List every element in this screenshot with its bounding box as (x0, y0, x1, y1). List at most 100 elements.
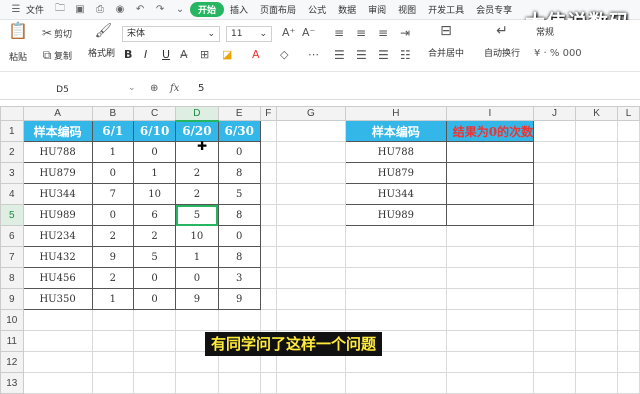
selected-cell-d5[interactable]: 5 (175, 204, 219, 226)
copy-button[interactable]: ⧉ 复制 (40, 48, 72, 62)
cell[interactable] (445, 309, 535, 331)
cell[interactable] (345, 246, 447, 268)
cell[interactable] (574, 204, 619, 226)
tab-formulas[interactable]: 公式 (302, 0, 332, 20)
cell[interactable] (275, 267, 347, 289)
col-header-g[interactable]: G (275, 106, 347, 121)
cell[interactable] (617, 330, 640, 352)
more-icon[interactable]: ⋯ (308, 48, 319, 61)
row-header[interactable]: 8 (0, 267, 24, 289)
cell[interactable] (275, 183, 347, 205)
dropdown-icon[interactable]: ⌄ (173, 3, 187, 17)
zoom-icon[interactable]: ⊕ (150, 83, 158, 94)
cell[interactable] (91, 372, 134, 394)
currency-icon[interactable]: ¥ · % 000 (534, 48, 582, 59)
cell[interactable]: HU989 (22, 204, 93, 226)
header-sample-code[interactable]: 样本编码 (22, 120, 93, 142)
cell[interactable]: 8 (217, 204, 261, 226)
header-date[interactable]: 6/30 (217, 120, 261, 142)
col-header-k[interactable]: K (574, 106, 619, 121)
cell[interactable] (217, 309, 261, 331)
row-header[interactable]: 6 (0, 225, 24, 247)
cell[interactable]: 3 (217, 267, 261, 289)
font-color-icon[interactable]: A (252, 48, 260, 61)
cell[interactable] (574, 372, 619, 394)
cell[interactable] (574, 246, 619, 268)
italic-button[interactable]: I (144, 48, 147, 61)
cell[interactable] (445, 141, 535, 163)
cell[interactable] (574, 225, 619, 247)
row-header[interactable]: 5 (0, 204, 24, 226)
col-header-d[interactable]: D (175, 106, 219, 122)
fx-icon[interactable]: fx (170, 83, 179, 94)
menu-hamburger[interactable]: ☰ 文件 (0, 0, 50, 20)
cell[interactable]: 8 (217, 162, 261, 184)
cell[interactable] (445, 288, 535, 310)
font-grow-icon[interactable]: A⁺ (282, 26, 295, 39)
cell[interactable]: 0 (217, 141, 261, 163)
cell[interactable]: 2 (132, 225, 177, 247)
cell[interactable] (617, 309, 640, 331)
cell[interactable] (533, 309, 576, 331)
cell[interactable] (132, 309, 177, 331)
menu-file[interactable]: 文件 (26, 3, 44, 16)
cell[interactable] (617, 204, 640, 226)
cell[interactable]: 1 (132, 162, 177, 184)
cell[interactable] (259, 162, 277, 184)
col-header-j[interactable]: J (533, 106, 576, 121)
cell[interactable] (533, 141, 576, 163)
cell[interactable] (445, 372, 535, 394)
underline-button[interactable]: U (162, 48, 170, 61)
align-top-icon[interactable]: ≡ (334, 26, 344, 40)
print-icon[interactable]: ⎙ (93, 3, 107, 17)
cell[interactable]: 9 (91, 246, 134, 268)
cell[interactable] (533, 225, 576, 247)
tab-view[interactable]: 视图 (392, 0, 422, 20)
cell[interactable]: 10 (132, 183, 177, 205)
cell[interactable]: 0 (217, 225, 261, 247)
font-size-select[interactable]: 11 ⌄ (226, 26, 272, 42)
cell[interactable] (259, 267, 277, 289)
cell[interactable] (132, 330, 177, 352)
cell[interactable] (175, 372, 219, 394)
cell[interactable] (259, 246, 277, 268)
number-format-select[interactable]: 常规 (532, 26, 592, 42)
cell[interactable] (445, 246, 535, 268)
row-header[interactable]: 4 (0, 183, 24, 205)
row-header[interactable]: 12 (0, 351, 24, 373)
cell[interactable] (259, 204, 277, 226)
cell[interactable] (22, 309, 93, 331)
cell[interactable]: HU234 (22, 225, 93, 247)
cell[interactable] (259, 288, 277, 310)
distribute-icon[interactable]: ☷ (400, 48, 411, 62)
cell[interactable] (217, 372, 261, 394)
font-shrink-icon[interactable]: A⁻ (302, 26, 315, 39)
wrap-text-button[interactable]: ↵ 自动换行 (484, 24, 520, 59)
cell[interactable]: 6 (132, 204, 177, 226)
cell[interactable]: 9 (175, 288, 219, 310)
cell[interactable]: HU879 (22, 162, 93, 184)
cell[interactable] (275, 309, 347, 331)
cell[interactable] (259, 183, 277, 205)
cell[interactable] (574, 330, 619, 352)
tab-developer[interactable]: 开发工具 (422, 0, 470, 20)
col-header-c[interactable]: C (132, 106, 177, 121)
clear-format-icon[interactable]: ◇ (280, 48, 288, 61)
tab-home[interactable]: 开始 (190, 2, 225, 17)
cell[interactable]: 0 (91, 162, 134, 184)
cell[interactable] (533, 120, 576, 142)
cell[interactable]: HU788 (345, 141, 447, 163)
align-center-icon[interactable]: ☰ (356, 48, 367, 62)
cell[interactable] (533, 162, 576, 184)
col-header-a[interactable]: A (22, 106, 93, 121)
cell[interactable] (275, 372, 347, 394)
cell[interactable] (22, 372, 93, 394)
cell[interactable] (445, 330, 535, 352)
cell[interactable]: 2 (175, 162, 219, 184)
tab-page-layout[interactable]: 页面布局 (254, 0, 302, 20)
cell[interactable]: 5 (217, 183, 261, 205)
cell[interactable] (275, 204, 347, 226)
cell[interactable]: 1 (91, 288, 134, 310)
cell[interactable]: 5 (132, 246, 177, 268)
row-header[interactable]: 1 (0, 120, 24, 142)
